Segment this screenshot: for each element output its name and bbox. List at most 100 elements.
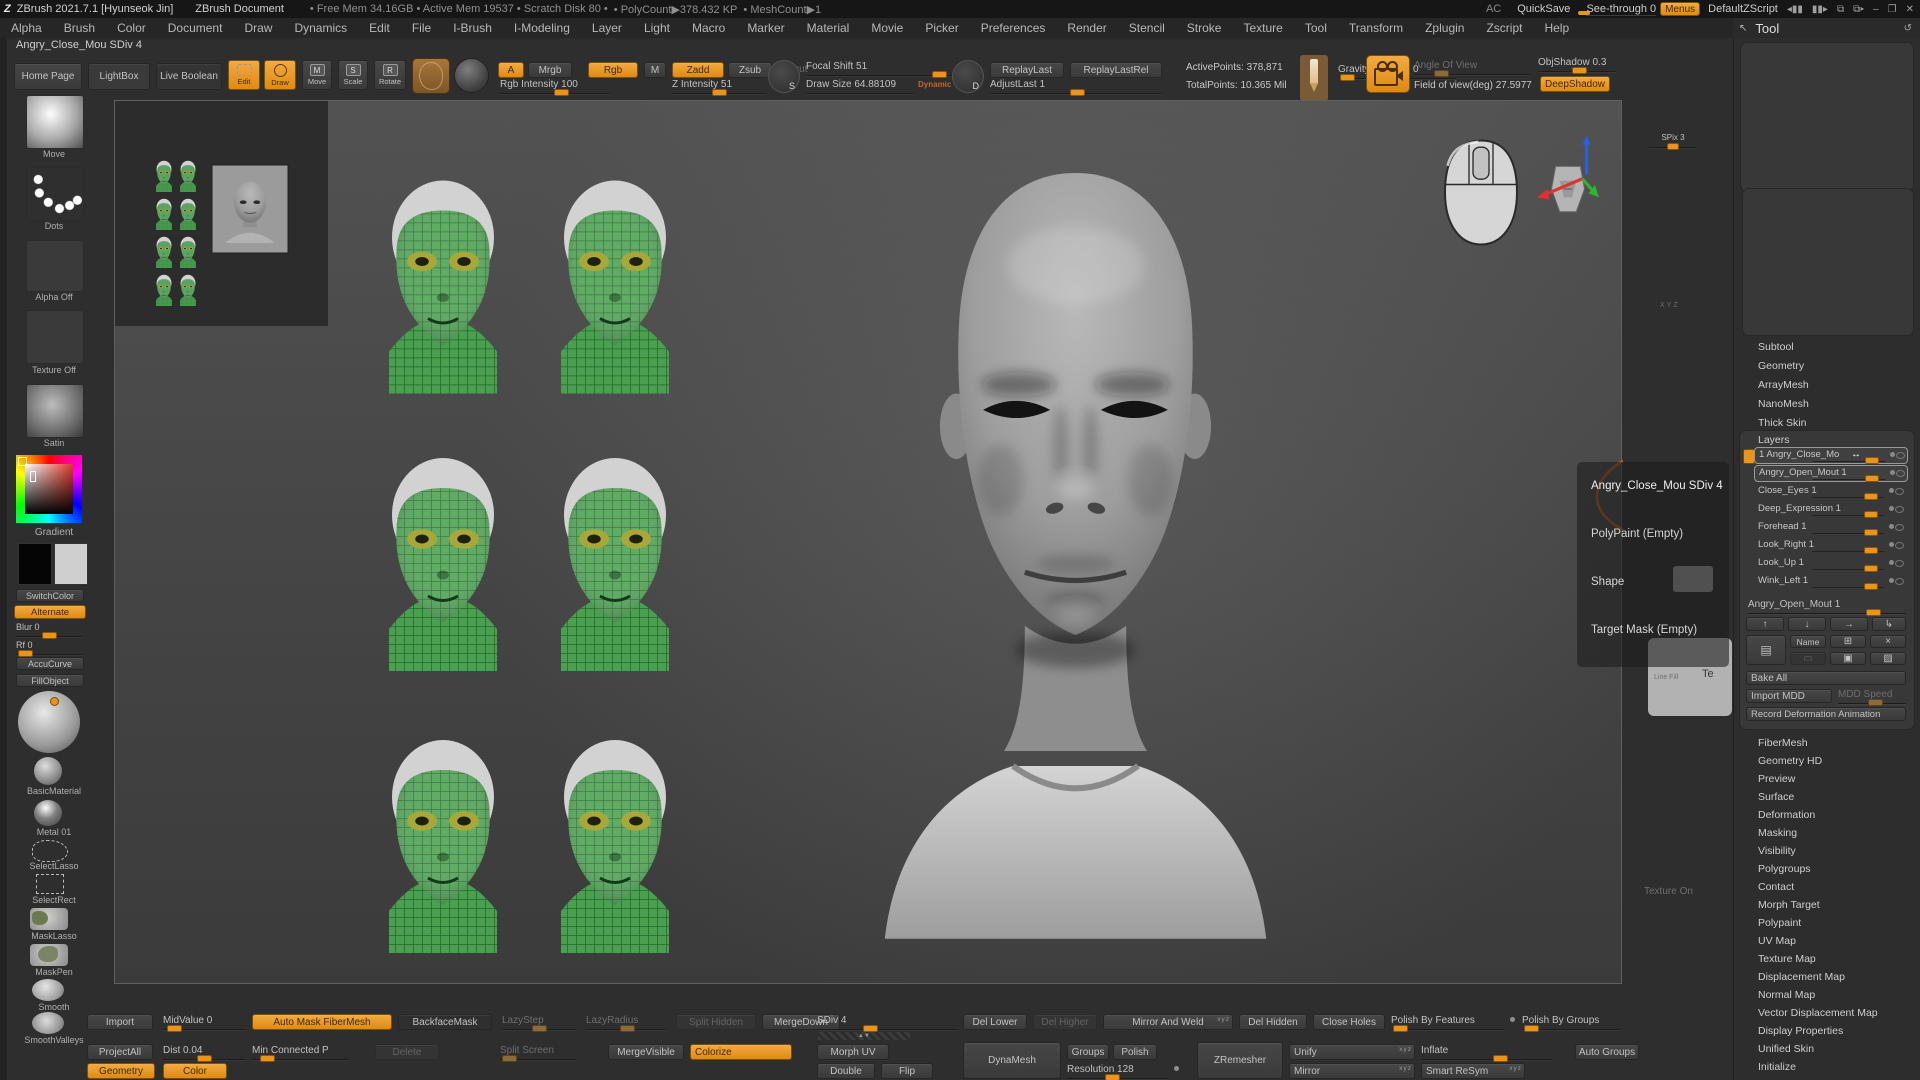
menu-item[interactable]: Transform: [1338, 21, 1414, 35]
layer-small-button[interactable]: ▭: [1790, 652, 1826, 665]
section-texture-map[interactable]: Texture Map: [1758, 953, 1908, 965]
section-normal-map[interactable]: Normal Map: [1758, 989, 1908, 1001]
popup-item-polypaint[interactable]: PolyPaint (Empty): [1591, 528, 1683, 540]
section-nanomesh[interactable]: NanoMesh: [1758, 398, 1908, 410]
palette-copy-icon[interactable]: ⧉: [1837, 4, 1844, 15]
inflate-slider[interactable]: Inflate: [1421, 1045, 1553, 1060]
section-preview[interactable]: Preview: [1758, 773, 1908, 785]
polish-by-groups-slider[interactable]: Polish By Groups: [1522, 1015, 1620, 1030]
scale-mode-button[interactable]: S Scale: [338, 60, 368, 90]
mdd-speed-slider[interactable]: MDD Speed: [1838, 689, 1906, 704]
morph-uv-button[interactable]: Morph UV: [817, 1044, 889, 1060]
lazyradius-slider[interactable]: LazyRadius: [586, 1015, 666, 1030]
menu-item[interactable]: Zscript: [1475, 21, 1533, 35]
menu-item[interactable]: Macro: [681, 21, 736, 35]
menu-item[interactable]: Color: [106, 21, 157, 35]
menu-item[interactable]: Material: [796, 21, 861, 35]
restore-button[interactable]: ❐: [1888, 4, 1897, 15]
layer-row[interactable]: 1 Angry_Close_Mo↔: [1754, 447, 1908, 464]
replay-last-rel-button[interactable]: ReplayLastRel: [1070, 62, 1162, 78]
polish-by-features-slider[interactable]: Polish By Features: [1391, 1015, 1505, 1030]
zremesher-button[interactable]: ZRemesher: [1197, 1042, 1283, 1079]
dynamic-draw-size-label[interactable]: Dynamic: [918, 80, 951, 89]
section-display-properties[interactable]: Display Properties: [1758, 1025, 1908, 1037]
menu-item[interactable]: I-Modeling: [503, 21, 581, 35]
layer-duplicate-button[interactable]: ⊞: [1830, 635, 1866, 648]
material-sphere[interactable]: [18, 691, 80, 753]
section-subtool[interactable]: Subtool: [1758, 341, 1908, 353]
import-button[interactable]: Import: [87, 1014, 153, 1030]
menu-item[interactable]: Picker: [914, 21, 969, 35]
select-rect-icon[interactable]: [36, 874, 64, 894]
layer-merge-button[interactable]: →: [1830, 617, 1868, 631]
stroke-d-icon[interactable]: D: [952, 60, 984, 93]
section-geometry-hd[interactable]: Geometry HD: [1758, 755, 1908, 767]
layer-row[interactable]: Deep_Expression 1: [1754, 502, 1906, 517]
unify-button[interactable]: Unifyxyz: [1289, 1044, 1415, 1060]
menu-item[interactable]: Stencil: [1118, 21, 1176, 35]
layer-intensity-slider[interactable]: Angry_Open_Mout 1: [1748, 599, 1906, 614]
menu-item[interactable]: Marker: [736, 21, 795, 35]
menu-item[interactable]: Layer: [581, 21, 633, 35]
secondary-color-swatch[interactable]: [54, 543, 88, 585]
backface-mask-button[interactable]: BackfaceMask: [398, 1014, 492, 1030]
section-geometry[interactable]: Geometry: [1758, 360, 1908, 372]
mirror-button[interactable]: Mirrorxyz: [1289, 1063, 1415, 1079]
flip-button[interactable]: Flip: [881, 1063, 933, 1079]
alpha-thumbnail[interactable]: [26, 240, 84, 292]
texture-thumbnail[interactable]: [26, 310, 84, 364]
draw-mode-button[interactable]: Draw: [264, 60, 296, 90]
obj-shadow-slider[interactable]: ObjShadow 0.3: [1538, 57, 1616, 72]
m-toggle-button[interactable]: M: [644, 62, 666, 78]
section-uv-map[interactable]: UV Map: [1758, 935, 1908, 947]
menu-item[interactable]: Texture: [1232, 21, 1293, 35]
menu-item[interactable]: Dynamics: [283, 21, 358, 35]
smart-resym-button[interactable]: Smart ReSymxyz: [1421, 1063, 1525, 1079]
rgb-intensity-slider[interactable]: Rgb Intensity 100: [500, 79, 610, 94]
brush-preview[interactable]: [412, 58, 450, 94]
section-arraymesh[interactable]: ArrayMesh: [1758, 379, 1908, 391]
popup-item-shape[interactable]: Shape: [1591, 576, 1624, 588]
metal-sphere[interactable]: [34, 800, 62, 826]
main-color-swatch[interactable]: [18, 543, 52, 585]
zsub-toggle-button[interactable]: Zsub: [728, 62, 772, 78]
popup-item-target-mask[interactable]: Target Mask (Empty): [1591, 624, 1697, 636]
close-holes-button[interactable]: Close Holes: [1313, 1014, 1385, 1030]
split-screen-slider[interactable]: Split Screen: [500, 1045, 576, 1060]
rf-slider[interactable]: Rf 0: [16, 640, 82, 655]
layer-row[interactable]: Wink_Left 1: [1754, 574, 1906, 589]
section-fibermesh[interactable]: FiberMesh: [1758, 737, 1908, 749]
section-visibility[interactable]: Visibility: [1758, 845, 1908, 857]
reset-palette-icon[interactable]: ↺: [1904, 23, 1912, 34]
camera-button[interactable]: [1366, 55, 1410, 93]
split-hidden-button[interactable]: Split Hidden: [676, 1014, 756, 1030]
layer-split-button[interactable]: ↳: [1872, 617, 1906, 631]
section-morph-target[interactable]: Morph Target: [1758, 899, 1908, 911]
menu-item[interactable]: Stroke: [1176, 21, 1233, 35]
live-boolean-button[interactable]: Live Boolean: [156, 63, 222, 90]
menu-item[interactable]: File: [401, 21, 442, 35]
z-intensity-slider[interactable]: Z Intensity 51: [672, 79, 766, 94]
ac-label[interactable]: AC: [1486, 3, 1501, 15]
layer-copy2-button[interactable]: ▨: [1870, 652, 1906, 665]
mask-pen-thumb[interactable]: [30, 944, 68, 966]
dist-slider[interactable]: Dist 0.04: [163, 1045, 245, 1060]
lazystep-slider[interactable]: LazyStep: [502, 1015, 576, 1030]
canvas[interactable]: [114, 100, 1622, 984]
divider-right-icon[interactable]: ▮▮▸: [1812, 4, 1828, 15]
stroke-s-icon[interactable]: S: [768, 60, 800, 93]
replay-last-button[interactable]: ReplayLast: [990, 62, 1064, 78]
section-initialize[interactable]: Initialize: [1758, 1061, 1908, 1073]
section-surface[interactable]: Surface: [1758, 791, 1908, 803]
minimize-button[interactable]: –: [1873, 4, 1879, 15]
resolution-toggle[interactable]: [1174, 1066, 1179, 1071]
menu-item[interactable]: Zplugin: [1414, 21, 1475, 35]
close-button[interactable]: ✕: [1906, 4, 1914, 15]
popup-item-sdiv[interactable]: Angry_Close_Mou SDiv 4: [1591, 480, 1723, 492]
section-polypaint[interactable]: Polypaint: [1758, 917, 1908, 929]
floor-axis-label[interactable]: XYZ: [1660, 302, 1680, 309]
material-thumbnail[interactable]: [26, 384, 84, 438]
menu-item[interactable]: Help: [1533, 21, 1580, 35]
groups-button[interactable]: Groups: [1067, 1044, 1109, 1060]
section-masking[interactable]: Masking: [1758, 827, 1908, 839]
